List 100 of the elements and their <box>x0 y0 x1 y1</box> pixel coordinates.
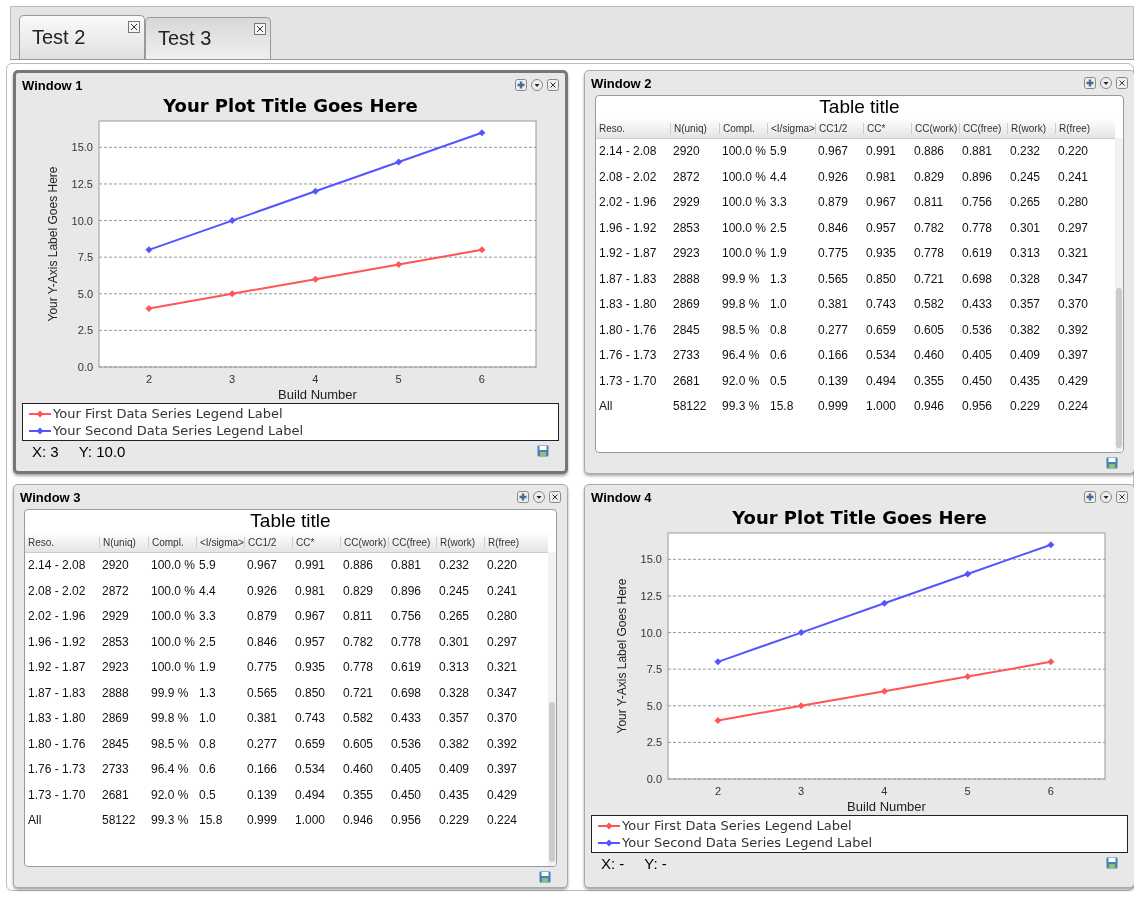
table-cell-text: 0.166 <box>246 761 279 778</box>
table-cell-text: 0.277 <box>246 735 279 753</box>
table-cell-text: 0.494 <box>294 786 327 804</box>
table-cell-text: 100.0 % <box>150 557 196 574</box>
dropdown-icon[interactable] <box>1100 491 1112 503</box>
table-cell-text: 0.778 <box>961 219 994 237</box>
maximize-icon[interactable] <box>515 79 527 91</box>
table-cell-text: 2853 <box>101 633 130 651</box>
column-header[interactable]: Compl. <box>148 536 196 548</box>
close-icon[interactable] <box>547 79 559 91</box>
column-header[interactable]: Reso. <box>25 536 99 548</box>
table-cell-text: 0.347 <box>486 684 519 702</box>
save-icon[interactable] <box>1106 857 1118 869</box>
save-icon[interactable] <box>537 445 549 457</box>
column-header[interactable]: <I/sigma> <box>767 122 815 134</box>
table-cell-text: 0.935 <box>865 245 898 262</box>
table-cell-text: 0.280 <box>1057 194 1090 211</box>
close-icon[interactable] <box>549 491 561 503</box>
dropdown-icon[interactable] <box>533 491 545 503</box>
table-cell-text: 0.277 <box>817 321 850 339</box>
close-icon[interactable] <box>128 21 140 33</box>
close-icon[interactable] <box>1116 77 1128 89</box>
column-header[interactable]: <I/sigma> <box>196 536 244 548</box>
column-header[interactable]: N(uniq) <box>670 122 719 134</box>
x-tick-label: 6 <box>478 373 485 385</box>
column-header[interactable]: Reso. <box>596 122 670 134</box>
table-cell-text: 0.935 <box>294 659 327 676</box>
table-cell-text: 0.967 <box>865 194 898 211</box>
column-header[interactable]: CC* <box>292 536 340 548</box>
table-cell-text: 0.229 <box>1009 398 1042 415</box>
column-header[interactable]: Compl. <box>719 122 767 134</box>
column-header[interactable]: CC(work) <box>911 122 959 134</box>
table-cell-text: 0.991 <box>865 143 898 160</box>
maximize-icon[interactable] <box>517 491 529 503</box>
table-cell-text: 0.321 <box>1057 245 1090 262</box>
y-tick-label: 15.0 <box>640 553 662 566</box>
column-header[interactable]: R(free) <box>1055 122 1103 134</box>
x-axis-label: Build Number <box>846 799 926 814</box>
legend-line-icon <box>598 821 620 830</box>
column-header[interactable]: CC(free) <box>959 122 1007 134</box>
table-cell-text: 5.9 <box>198 557 217 574</box>
legend-label: Your First Data Series Legend Label <box>53 406 283 421</box>
column-header[interactable]: CC* <box>863 122 911 134</box>
scrollbar[interactable] <box>1115 138 1123 452</box>
table-cell-text: 1.000 <box>865 398 898 415</box>
column-header[interactable]: R(work) <box>436 536 484 548</box>
table-cell-text: 1.87 - 1.83 <box>598 270 658 288</box>
column-header[interactable]: R(work) <box>1007 122 1055 134</box>
tab[interactable]: Test 3 <box>145 17 271 59</box>
table-cell-text: 0.139 <box>246 786 279 804</box>
tab[interactable]: Test 2 <box>19 15 145 59</box>
close-icon[interactable] <box>1116 491 1128 503</box>
table-cell-text: 0.392 <box>1057 321 1090 339</box>
table-cell-text: 0.926 <box>817 168 850 186</box>
table-cell-text: 2853 <box>672 219 701 237</box>
table-cell-text: 100.0 % <box>721 168 767 186</box>
table-cell-text: 58122 <box>672 398 708 415</box>
data-point <box>394 261 402 268</box>
table-cell-text: 1.83 - 1.80 <box>598 296 658 313</box>
table-cell-text: 100.0 % <box>150 633 196 651</box>
table-cell-text: 0.355 <box>342 786 375 804</box>
table-cell-text: 99.8 % <box>150 710 190 727</box>
table-cell-text: 99.9 % <box>721 270 761 288</box>
column-header[interactable]: CC(work) <box>340 536 388 548</box>
save-icon[interactable] <box>539 871 551 883</box>
table-cell-text: 0.297 <box>1057 219 1090 237</box>
table-cell-text: 0.846 <box>246 633 279 651</box>
save-icon[interactable] <box>1106 457 1118 469</box>
table-cell-text: 0.721 <box>913 270 946 288</box>
table-cell-text: 0.534 <box>865 347 898 364</box>
x-tick-label: 2 <box>714 785 721 797</box>
scrollbar[interactable] <box>548 552 556 866</box>
dropdown-icon[interactable] <box>1100 77 1112 89</box>
table-cell-text: 0.565 <box>817 270 850 288</box>
column-header[interactable]: CC(free) <box>388 536 436 548</box>
dropdown-icon[interactable] <box>531 79 543 91</box>
close-icon[interactable] <box>254 23 266 35</box>
table-cell-text: 0.886 <box>342 557 375 574</box>
table-cell-text: 92.0 % <box>150 786 190 804</box>
column-header[interactable]: CC1/2 <box>815 122 863 134</box>
legend-label: Your First Data Series Legend Label <box>622 818 852 833</box>
table-cell-text: 96.4 % <box>150 761 190 778</box>
column-header[interactable]: R(free) <box>484 536 532 548</box>
table-cell-text: 0.850 <box>865 270 898 288</box>
x-tick-label: 6 <box>1047 785 1054 797</box>
y-tick-label: 2.5 <box>646 736 662 749</box>
data-point <box>228 290 236 298</box>
x-tick-label: 5 <box>395 373 402 385</box>
table-cell-text: 0.829 <box>913 168 946 186</box>
legend-label: Your Second Data Series Legend Label <box>622 835 873 850</box>
table-cell-text: 2929 <box>672 194 701 211</box>
column-header[interactable]: CC1/2 <box>244 536 292 548</box>
table-cell-text: All <box>27 812 43 829</box>
maximize-icon[interactable] <box>1084 491 1096 503</box>
table-cell-text: 0.756 <box>390 608 423 625</box>
table-cell-text: 0.301 <box>1009 219 1042 237</box>
maximize-icon[interactable] <box>1084 77 1096 89</box>
table-cell-text: 0.321 <box>486 659 519 676</box>
table-cell-text: 2888 <box>101 684 130 702</box>
column-header[interactable]: N(uniq) <box>99 536 148 548</box>
